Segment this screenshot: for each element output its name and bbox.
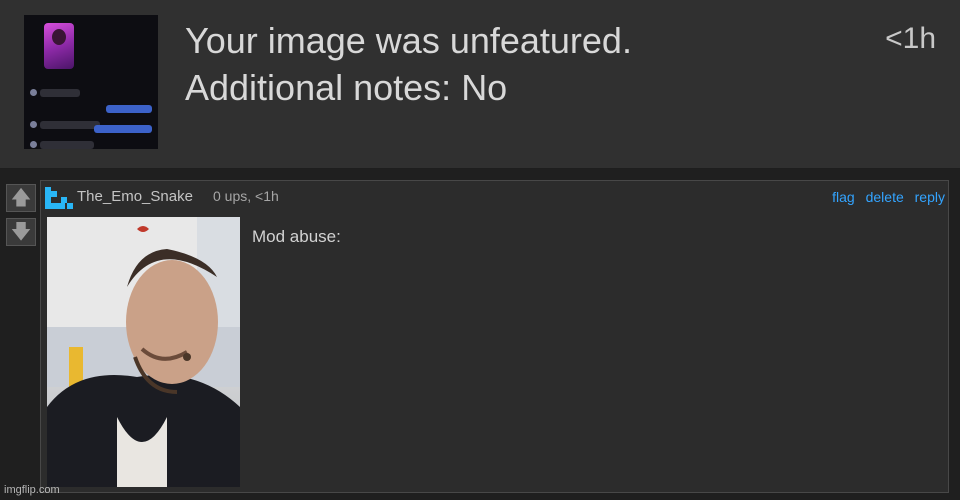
comment: The_Emo_Snake 0 ups, <1h flag delete rep… [40, 180, 949, 493]
notification-notes: Additional notes: No [185, 67, 508, 108]
delete-link[interactable]: delete [866, 189, 904, 205]
notification-card[interactable]: Your image was unfeatured. Additional no… [0, 0, 960, 169]
arrow-down-icon: 🡇 [10, 221, 32, 243]
pixel-snake-icon[interactable] [45, 187, 73, 209]
chat-bubble-right [106, 105, 152, 113]
comment-image[interactable] [47, 217, 240, 487]
chat-avatar-dot [30, 89, 37, 96]
upvote-button[interactable]: 🡅 [6, 184, 36, 212]
reply-link[interactable]: reply [915, 189, 945, 205]
chat-photo [44, 23, 74, 69]
comment-section: 🡅 🡇 The_Emo_Snake 0 ups, <1h flag delete [0, 169, 960, 500]
comment-text: Mod abuse: [252, 227, 341, 246]
chat-avatar-dot [30, 121, 37, 128]
arrow-up-icon: 🡅 [10, 187, 32, 209]
unfeatured-image-thumbnail[interactable] [24, 15, 158, 149]
selfie-photo [47, 217, 240, 487]
chat-bubble-right [94, 125, 152, 133]
notification-time: <1h [885, 22, 936, 55]
flag-link[interactable]: flag [832, 189, 855, 205]
comment-username[interactable]: The_Emo_Snake [77, 188, 193, 205]
comment-header: The_Emo_Snake 0 ups, <1h flag delete rep… [45, 185, 945, 209]
chat-bubble-left [40, 121, 100, 129]
imgflip-watermark: imgflip.com [4, 484, 60, 496]
chat-bubble-left [40, 141, 94, 149]
comment-actions: flag delete reply [825, 189, 945, 205]
notification-message: Your image was unfeatured. [185, 20, 632, 61]
comment-meta: 0 ups, <1h [213, 188, 279, 204]
chat-bubble-left [40, 89, 80, 97]
downvote-button[interactable]: 🡇 [6, 218, 36, 246]
chat-avatar-dot [30, 141, 37, 148]
